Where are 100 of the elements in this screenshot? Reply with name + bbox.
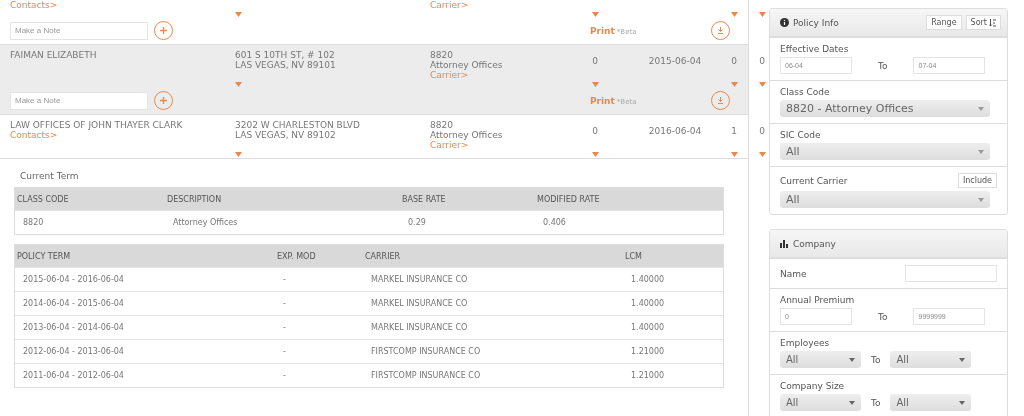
carrier-link[interactable]: Carrier> — [430, 140, 469, 150]
download-icon — [717, 97, 724, 104]
table-cell-text: 2014-06-04 - 2015-06-04 — [22, 299, 125, 308]
table-cell-text: Attorney Offices — [172, 218, 239, 227]
dropdown-arrow-icon[interactable] — [235, 11, 242, 17]
caret-icon — [959, 400, 966, 405]
column-header: CARRIER — [364, 251, 402, 261]
table-cell-text: 1.40000 — [630, 275, 666, 284]
column-header: CLASS CODE — [16, 194, 70, 204]
address-line: LAS VEGAS, NV 89102 — [235, 130, 336, 140]
table-cell-text: MARKEL INSURANCE CO — [370, 299, 469, 308]
bar-chart-icon — [780, 239, 789, 248]
table-cell-text: 1.40000 — [630, 323, 666, 332]
select-field[interactable]: All — [890, 394, 972, 411]
column-header: DESCRIPTION — [166, 194, 223, 204]
caret-icon — [978, 197, 984, 202]
to-label: To — [871, 354, 881, 365]
caret-icon — [959, 357, 966, 362]
table-cell-text: 0.406 — [542, 218, 567, 227]
table-cell-text: 1.40000 — [630, 299, 666, 308]
dropdown-arrow-icon[interactable] — [730, 81, 738, 87]
dropdown-arrow-icon[interactable] — [758, 151, 766, 157]
address-line: 601 S 10TH ST, # 102 — [235, 50, 335, 60]
dropdown-arrow-icon[interactable] — [235, 151, 242, 157]
table-cell-text: 8820 — [22, 218, 45, 227]
class-description: Attorney Offices — [430, 130, 503, 140]
table-cell-text: 1.21000 — [630, 371, 666, 380]
table-cell-text: - — [282, 323, 287, 332]
section-title: Current Term — [20, 171, 80, 181]
carrier-link[interactable]: Carrier> — [430, 0, 469, 10]
address-line: LAS VEGAS, NV 89101 — [235, 60, 336, 70]
select-field[interactable]: All — [780, 351, 861, 368]
company-name: LAW OFFICES OF JOHN THAYER CLARK — [10, 120, 183, 130]
count-value: 0 — [592, 56, 598, 66]
count-value: 0 — [759, 56, 765, 66]
to-label: To — [871, 397, 881, 408]
range-button[interactable]: Range — [926, 15, 962, 30]
dropdown-arrow-icon[interactable] — [591, 81, 599, 87]
table-cell-text: 2015-06-04 - 2016-06-04 — [22, 275, 125, 284]
count-value: 0 — [759, 126, 765, 136]
dropdown-arrow-icon[interactable] — [758, 81, 766, 87]
table-cell-text: MARKEL INSURANCE CO — [370, 323, 469, 332]
table-cell-text: FIRSTCOMP INSURANCE CO — [370, 371, 482, 380]
address-line: 3202 W CHARLESTON BLVD — [235, 120, 360, 130]
date-value: 2016-06-04 — [648, 126, 702, 136]
include-button[interactable]: Include — [957, 173, 997, 188]
field-label: Class Code — [780, 87, 830, 97]
column-header: POLICY TERM — [16, 251, 72, 261]
caret-icon — [978, 149, 984, 154]
dropdown-arrow-icon[interactable] — [591, 151, 599, 157]
caret-icon — [849, 400, 855, 405]
field-label: Company Size — [780, 381, 846, 391]
field-label: Annual Premium — [780, 295, 856, 305]
field-label: SIC Code — [780, 130, 821, 140]
field-label: Name — [780, 268, 807, 279]
field-label: Employees — [780, 338, 831, 348]
class-code: 8820 — [430, 120, 453, 130]
contacts-link[interactable]: Contacts> — [10, 130, 58, 140]
dropdown-arrow-icon[interactable] — [730, 151, 738, 157]
class-code: 8820 — [430, 50, 453, 60]
dropdown-arrow-icon[interactable] — [591, 11, 599, 17]
select-field[interactable]: All — [780, 143, 990, 160]
table-cell-text: 2012-06-04 - 2013-06-04 — [22, 347, 125, 356]
sort-icon — [989, 18, 996, 27]
sort-button[interactable]: Sort — [965, 15, 1001, 30]
to-label: To — [878, 60, 888, 71]
to-label: To — [878, 311, 888, 322]
contacts-link[interactable]: Contacts> — [10, 0, 58, 10]
download-icon — [717, 27, 724, 34]
column-header: BASE RATE — [401, 194, 447, 204]
select-field[interactable]: All — [780, 394, 861, 411]
class-description: Attorney Offices — [430, 60, 503, 70]
note-field[interactable]: Make a Note — [10, 21, 148, 40]
count-value: 1 — [731, 126, 737, 136]
table-cell-text: 2011-06-04 - 2012-06-04 — [22, 371, 125, 380]
table-cell-text: - — [282, 275, 287, 284]
dropdown-arrow-icon[interactable] — [758, 11, 766, 17]
plus-icon — [159, 96, 168, 105]
name-field[interactable] — [905, 265, 997, 282]
caret-icon — [849, 357, 855, 362]
field-label: Current Carrier — [780, 175, 848, 186]
count-value: 0 — [731, 56, 737, 66]
caret-icon — [978, 106, 984, 111]
dropdown-arrow-icon[interactable] — [235, 81, 242, 87]
column-header: LCM — [624, 251, 643, 261]
dropdown-arrow-icon[interactable] — [730, 11, 738, 17]
select-field[interactable]: 8820 - Attorney Offices — [780, 100, 990, 117]
panel-title: Policy Info — [793, 17, 840, 28]
date-value: 2015-06-04 — [648, 56, 702, 66]
table-cell-text: 0.29 — [407, 218, 427, 227]
info-icon — [780, 18, 789, 27]
select-field[interactable]: All — [780, 191, 990, 208]
table-cell-text: - — [282, 299, 287, 308]
field-label: Effective Dates — [780, 44, 850, 54]
select-field[interactable]: All — [890, 351, 972, 368]
panel-title: Company — [793, 238, 837, 249]
note-field[interactable]: Make a Note — [10, 91, 148, 110]
column-header: EXP. MOD — [276, 251, 317, 261]
table-cell-text: 1.21000 — [630, 347, 666, 356]
table-cell-text: - — [282, 371, 287, 380]
